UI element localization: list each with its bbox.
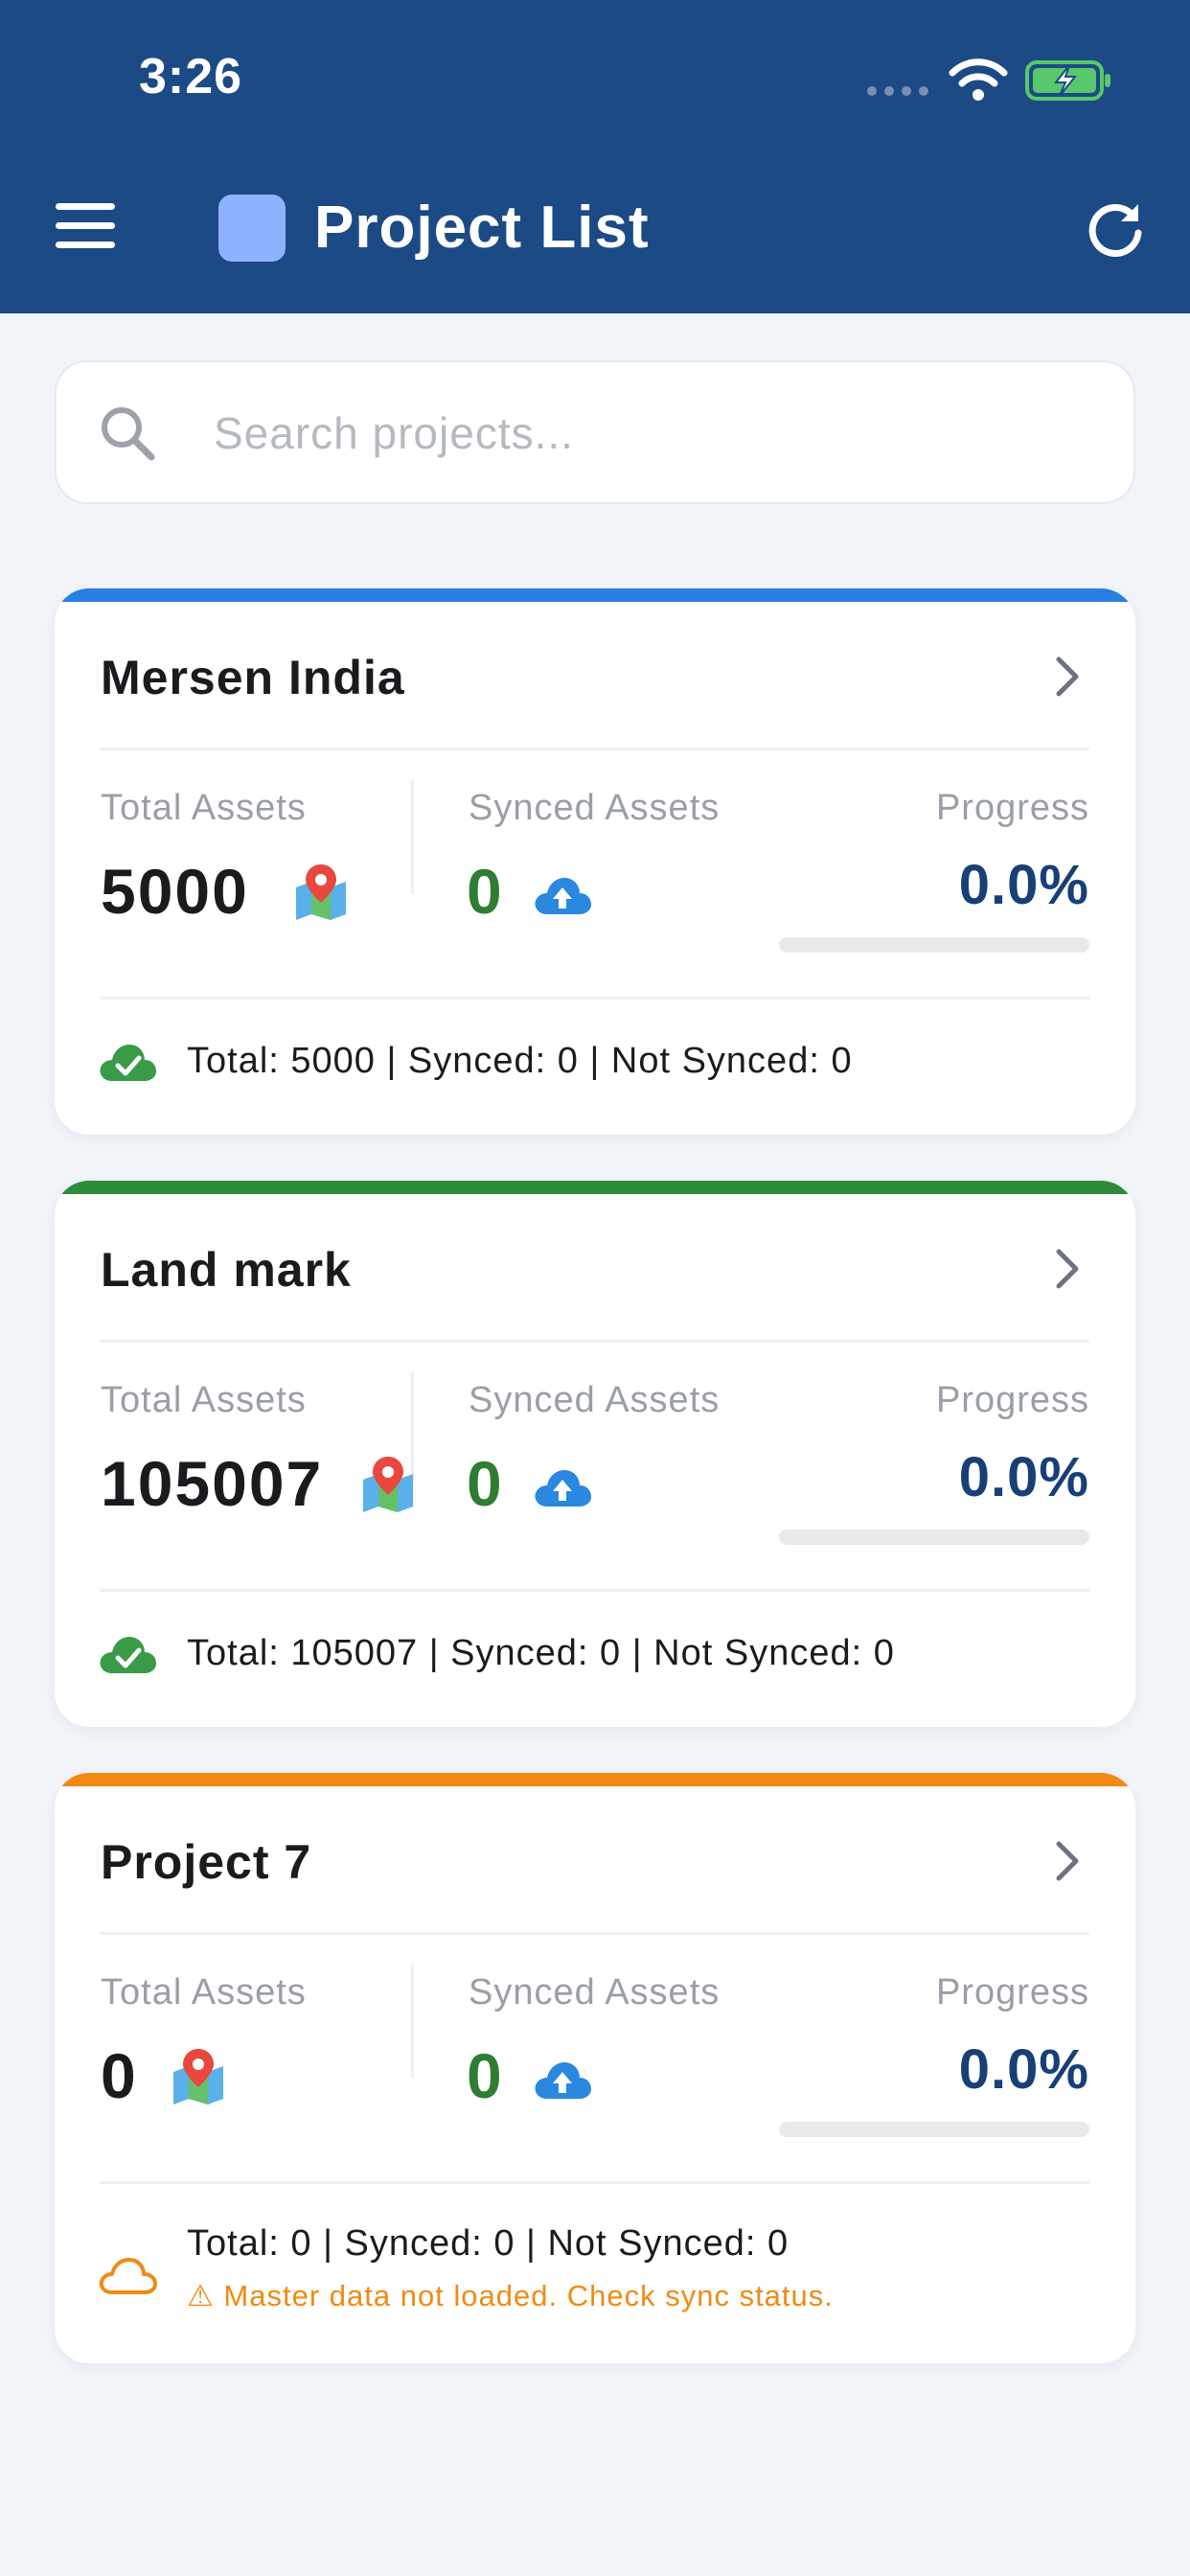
synced-assets-label: Synced Assets [469, 788, 721, 828]
divider [411, 780, 414, 893]
progress-bar [779, 2122, 1089, 2137]
project-name: Mersen India [101, 651, 405, 704]
divider [101, 1340, 1089, 1343]
cloud-upload-icon[interactable] [532, 1464, 593, 1508]
card-accent-bar [55, 1181, 1135, 1194]
divider [101, 748, 1089, 750]
cloud-outline-icon [99, 2258, 157, 2294]
total-assets-value: 105007 [101, 1448, 324, 1519]
divider [411, 1965, 414, 2078]
synced-assets-label: Synced Assets [469, 1972, 721, 2012]
battery-charging-icon [1025, 60, 1110, 101]
card-accent-bar [55, 1773, 1135, 1786]
progress-bar [779, 1530, 1089, 1545]
progress-label: Progress [935, 1972, 1089, 2012]
cloud-upload-icon[interactable] [532, 872, 593, 916]
total-assets-value: 0 [101, 2040, 138, 2111]
sync-summary: Total: 105007 | Synced: 0 | Not Synced: … [187, 1633, 895, 1673]
chevron-right-icon[interactable] [1051, 1838, 1084, 1884]
cloud-check-icon [100, 1637, 156, 1673]
project-name: Land mark [101, 1243, 352, 1297]
divider [101, 1589, 1089, 1592]
cellular-signal-icon [867, 86, 928, 96]
refresh-button[interactable] [1085, 196, 1148, 260]
cloud-upload-icon[interactable] [532, 2057, 593, 2101]
sync-warning: ⚠ Master data not loaded. Check sync sta… [187, 2279, 834, 2312]
sync-summary: Total: 5000 | Synced: 0 | Not Synced: 0 [187, 1041, 853, 1081]
project-card[interactable]: Project 7 Total Assets Synced Assets Pro… [55, 1773, 1135, 2363]
project-card[interactable]: Land mark Total Assets Synced Assets Pro… [55, 1181, 1135, 1727]
map-pin-icon[interactable] [357, 1455, 419, 1512]
synced-assets-value: 0 [467, 856, 502, 927]
divider [101, 997, 1089, 1000]
page-title: Project List [314, 195, 650, 261]
chevron-right-icon[interactable] [1051, 654, 1084, 700]
sync-summary: Total: 0 | Synced: 0 | Not Synced: 0 [187, 2223, 790, 2264]
progress-bar [779, 937, 1089, 953]
progress-value: 0.0% [958, 2038, 1089, 2101]
synced-assets-label: Synced Assets [469, 1380, 721, 1420]
map-pin-icon[interactable] [290, 862, 352, 920]
search-input[interactable] [214, 397, 1076, 470]
progress-value: 0.0% [958, 1446, 1089, 1508]
menu-button[interactable] [56, 203, 117, 251]
total-assets-label: Total Assets [101, 1972, 307, 2012]
divider [101, 1932, 1089, 1935]
search-icon [102, 407, 155, 461]
synced-assets-value: 0 [467, 2040, 502, 2111]
divider [101, 2181, 1089, 2184]
chevron-right-icon[interactable] [1051, 1246, 1084, 1292]
app-logo [218, 195, 286, 262]
progress-label: Progress [935, 1380, 1089, 1420]
cloud-check-icon [100, 1045, 156, 1081]
map-pin-icon[interactable] [168, 2047, 229, 2104]
total-assets-label: Total Assets [101, 788, 307, 828]
synced-assets-value: 0 [467, 1448, 502, 1519]
card-accent-bar [55, 588, 1135, 602]
search-bar[interactable] [55, 360, 1135, 504]
total-assets-value: 5000 [101, 856, 249, 927]
progress-label: Progress [935, 788, 1089, 828]
wifi-icon [949, 58, 1008, 101]
progress-value: 0.0% [958, 854, 1089, 916]
status-time: 3:26 [139, 49, 243, 104]
project-card[interactable]: Mersen India Total Assets Synced Assets … [55, 588, 1135, 1135]
app-header: 3:26 Project List [0, 0, 1190, 313]
project-name: Project 7 [101, 1835, 312, 1889]
total-assets-label: Total Assets [101, 1380, 307, 1420]
